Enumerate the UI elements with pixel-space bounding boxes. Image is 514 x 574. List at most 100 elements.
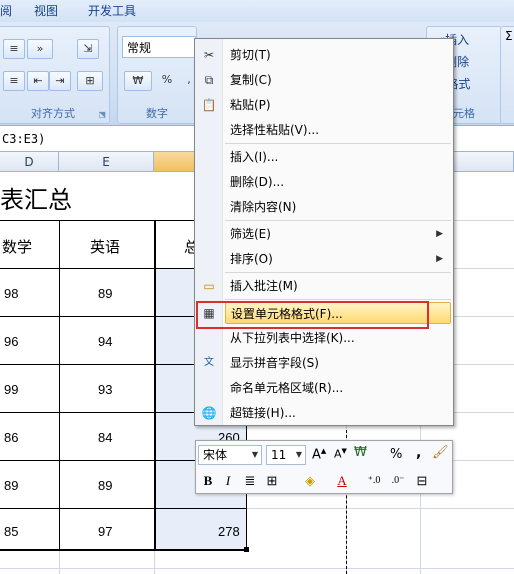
phonetic-icon: 文 xyxy=(204,357,214,368)
gridline xyxy=(154,550,155,574)
english-cell[interactable]: 93 xyxy=(98,382,112,397)
align-right-icon[interactable]: ≡ xyxy=(3,71,25,91)
italic-button[interactable]: I xyxy=(218,471,238,491)
menu-separator xyxy=(225,220,451,221)
english-cell[interactable]: 97 xyxy=(98,524,112,539)
menu-item-copy[interactable]: 复制(C) xyxy=(225,69,451,91)
comment-icon: ▭ xyxy=(203,279,215,293)
header-english: 英语 xyxy=(90,239,121,256)
menu-separator xyxy=(225,299,451,300)
wrap-text-icon[interactable]: ⇲ xyxy=(77,39,99,59)
menu-item-show-phonetic[interactable]: 显示拼音字段(S) xyxy=(225,352,451,374)
math-cell[interactable]: 89 xyxy=(4,478,18,493)
percent-button[interactable]: % xyxy=(156,71,178,91)
number-format-dropdown[interactable]: 常规 xyxy=(122,36,196,58)
menu-item-hyperlink[interactable]: 超链接(H)... xyxy=(225,402,451,424)
table-border xyxy=(0,508,246,509)
gridline xyxy=(246,508,514,509)
sum-icon[interactable]: Σ xyxy=(505,29,513,43)
column-header-e[interactable]: E xyxy=(59,152,154,172)
percent-button[interactable]: % xyxy=(390,447,402,462)
total-cell[interactable]: 278 xyxy=(218,524,240,539)
decrease-decimal-icon[interactable]: .0⁻ xyxy=(388,471,408,491)
table-border xyxy=(154,220,156,550)
fill-handle[interactable] xyxy=(244,547,249,552)
menu-item-paste-special[interactable]: 选择性粘贴(V)... xyxy=(225,119,451,141)
format-painter-icon[interactable]: 🖌 xyxy=(432,445,449,460)
menu-item-cut[interactable]: 剪切(T) xyxy=(225,44,451,66)
font-name-dropdown[interactable]: 宋体 ▼ xyxy=(198,445,262,465)
english-cell[interactable]: 89 xyxy=(98,286,112,301)
menu-item-clear-contents[interactable]: 清除内容(N) xyxy=(225,196,451,218)
english-cell[interactable]: 94 xyxy=(98,334,112,349)
menu-item-insert[interactable]: 插入(I)... xyxy=(225,146,451,168)
mini-toolbar: 宋体 ▼ 11 ▼ A▲ A▼ ₩ % , 🖌 B I ≣ ⊞ ◈ A ⁺.0 … xyxy=(195,440,453,494)
font-size-dropdown[interactable]: 11 ▼ xyxy=(266,445,306,465)
comma-button[interactable]: , xyxy=(416,445,421,461)
menu-item-name-range[interactable]: 命名单元格区域(R)... xyxy=(225,377,451,399)
math-cell[interactable]: 86 xyxy=(4,430,18,445)
menu-item-insert-comment[interactable]: 插入批注(M) xyxy=(225,275,451,297)
tab-view-partial[interactable]: 阅 xyxy=(0,2,12,19)
sheet-title: 表汇总 xyxy=(0,186,72,214)
alignment-group-label: 对齐方式 xyxy=(31,107,75,120)
paste-icon: 📋 xyxy=(201,98,217,112)
math-cell[interactable]: 96 xyxy=(4,334,18,349)
increase-decimal-icon[interactable]: ⁺.0 xyxy=(364,471,384,491)
header-math: 数学 xyxy=(2,239,33,256)
fill-color-icon[interactable]: ◈ xyxy=(300,471,320,491)
math-cell[interactable]: 85 xyxy=(4,524,18,539)
chevron-down-icon: ▼ xyxy=(295,450,302,459)
menu-separator xyxy=(225,272,451,273)
menu-item-delete[interactable]: 删除(D)... xyxy=(225,171,451,193)
context-menu: ✂ 剪切(T) ⧉ 复制(C) 📋 粘贴(P) 选择性粘贴(V)... 插入(I… xyxy=(194,38,454,426)
menu-item-filter[interactable]: 筛选(E) ▶ xyxy=(225,223,451,245)
gridline xyxy=(0,568,514,569)
orientation-icon[interactable]: » xyxy=(27,39,53,59)
currency-format-icon[interactable]: ₩ xyxy=(124,71,152,91)
border-icon[interactable]: ⊞ xyxy=(262,471,282,491)
font-color-icon[interactable]: A xyxy=(332,471,352,491)
gridline xyxy=(59,550,60,574)
menu-item-paste[interactable]: 粘贴(P) xyxy=(225,94,451,116)
math-cell[interactable]: 98 xyxy=(4,286,18,301)
align-center-icon[interactable]: ≣ xyxy=(240,471,260,491)
submenu-arrow-icon: ▶ xyxy=(436,229,443,239)
grow-font-icon[interactable]: A▲ xyxy=(312,447,326,462)
bold-button[interactable]: B xyxy=(198,471,218,491)
math-cell[interactable]: 99 xyxy=(4,382,18,397)
align-top-icon[interactable]: ≡ xyxy=(3,39,25,59)
decrease-indent-icon[interactable]: ⇤ xyxy=(27,71,49,91)
submenu-arrow-icon: ▶ xyxy=(436,254,443,264)
merge-center-icon[interactable]: ⊞ xyxy=(77,71,103,91)
english-cell[interactable]: 89 xyxy=(98,478,112,493)
editing-group: Σ xyxy=(500,26,514,124)
tab-developer[interactable]: 开发工具 xyxy=(88,2,136,19)
hyperlink-icon: 🌐 xyxy=(201,406,217,420)
menu-separator xyxy=(225,143,451,144)
table-border xyxy=(59,220,60,550)
copy-icon: ⧉ xyxy=(204,73,214,87)
column-header-d[interactable]: D xyxy=(0,152,59,172)
menu-item-filter-label: 筛选(E) xyxy=(230,227,271,241)
number-group-label: 数字 xyxy=(146,107,168,120)
english-cell[interactable]: 84 xyxy=(98,430,112,445)
font-name-value: 宋体 xyxy=(203,448,228,462)
menu-item-format-cells[interactable]: 设置单元格格式(F)... xyxy=(196,301,451,329)
menu-item-sort-label: 排序(O) xyxy=(230,252,273,266)
dialog-launcher-icon[interactable]: ⬔ xyxy=(98,110,106,119)
menu-item-pick-from-list[interactable]: 从下拉列表中选择(K)... xyxy=(225,327,451,349)
increase-indent-icon[interactable]: ⇥ xyxy=(49,71,71,91)
currency-format-icon[interactable]: ₩ xyxy=(354,445,367,460)
formula-text: C3:E3) xyxy=(2,132,46,146)
scissors-icon: ✂ xyxy=(203,48,215,62)
shrink-font-icon[interactable]: A▼ xyxy=(334,447,347,461)
table-border xyxy=(0,549,246,551)
tab-view[interactable]: 视图 xyxy=(34,2,58,19)
merge-cells-icon[interactable]: ⊟ xyxy=(412,471,432,491)
ribbon-tab-bar: 阅 视图 开发工具 xyxy=(0,0,514,22)
font-size-value: 11 xyxy=(271,448,287,462)
alignment-group: ≡ » ⇲ ≡ ⇤ ⇥ ⊞ 对齐方式 ⬔ xyxy=(0,26,110,124)
menu-item-sort[interactable]: 排序(O) ▶ xyxy=(225,248,451,270)
chevron-down-icon: ▼ xyxy=(251,450,258,459)
